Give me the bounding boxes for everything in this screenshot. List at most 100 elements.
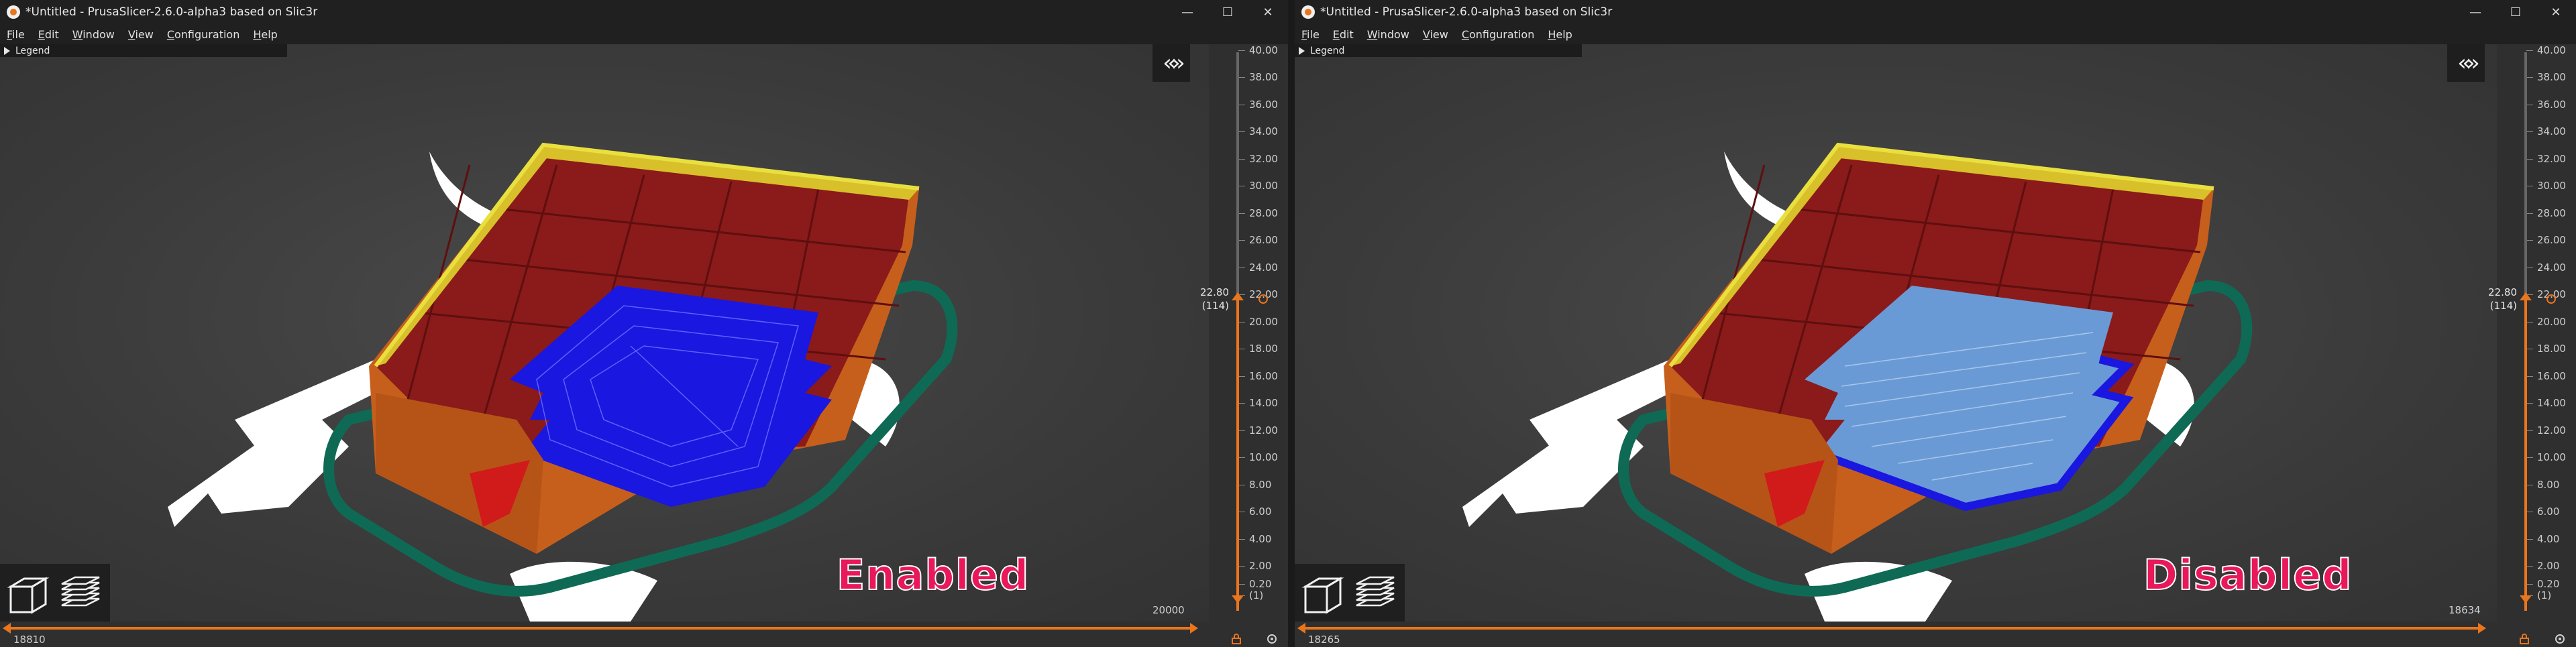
menu-configuration[interactable]: Configuration [167, 28, 240, 41]
settings-cog-icon[interactable] [1265, 632, 1279, 646]
layer-slider[interactable]: 40.00 38.00 36.00 34.00 32.00 30.00 28.0… [2488, 44, 2576, 622]
lower-layer-thumb[interactable] [1232, 595, 1244, 603]
menu-file[interactable]: File [1301, 28, 1320, 41]
layer-tick: 12.00 [2526, 424, 2576, 436]
move-slider[interactable]: 18634 18265 [1295, 604, 2576, 647]
menu-bar: File Edit Window View Configuration Help [1295, 24, 2576, 44]
3d-view-icon[interactable] [1299, 569, 1347, 617]
gcode-preview-scene [168, 142, 958, 622]
legend-toggle[interactable]: Legend [0, 44, 287, 57]
layer-tick: 38.00 [1238, 71, 1288, 83]
prusaslicer-window-left: *Untitled - PrusaSlicer-2.6.0-alpha3 bas… [0, 0, 1288, 647]
layers-view-icon[interactable] [1351, 569, 1399, 617]
layer-tick: 28.00 [2526, 207, 2576, 219]
menu-view[interactable]: View [1423, 28, 1448, 41]
layer-tick: 14.00 [1238, 397, 1288, 409]
layer-tick: 2.00 [2526, 560, 2576, 572]
menu-window[interactable]: Window [72, 28, 115, 41]
double-chevron-icon: «» [1163, 50, 1185, 76]
upper-layer-thumb[interactable] [1232, 292, 1244, 300]
gcode-preview-scene [1462, 142, 2253, 622]
layer-tick: 2.00 [1238, 560, 1288, 572]
prusaslicer-window-right: *Untitled - PrusaSlicer-2.6.0-alpha3 bas… [1295, 0, 2576, 647]
layer-tick: 34.00 [1238, 125, 1288, 137]
layer-tick: 6.00 [1238, 506, 1288, 518]
view-mode-toolbar [1295, 564, 1405, 622]
layer-tick: 26.00 [2526, 234, 2576, 246]
layer-tick: 40.00 [2526, 44, 2576, 56]
close-button[interactable]: ✕ [2536, 0, 2576, 24]
legend-toggle[interactable]: Legend [1295, 44, 1582, 57]
move-current-value: 18265 [1308, 634, 1340, 646]
menu-edit[interactable]: Edit [1333, 28, 1354, 41]
layer-tick: 12.00 [1238, 424, 1288, 436]
minimize-button[interactable]: — [2455, 0, 2496, 24]
maximize-button[interactable]: ☐ [2496, 0, 2536, 24]
window-title: *Untitled - PrusaSlicer-2.6.0-alpha3 bas… [25, 5, 318, 19]
menu-help[interactable]: Help [1548, 28, 1572, 41]
settings-cog-icon[interactable] [2553, 632, 2567, 646]
status-label: Enabled [836, 550, 1030, 600]
legend-label: Legend [1310, 45, 1345, 56]
layers-view-icon[interactable] [56, 569, 105, 617]
layer-tick: 22.00 [1238, 288, 1288, 300]
move-slider-right-thumb[interactable] [2478, 623, 2486, 634]
layer-tick: 18.00 [1238, 343, 1288, 355]
lower-layer-thumb[interactable] [2520, 595, 2532, 603]
menu-edit[interactable]: Edit [38, 28, 59, 41]
layer-tick: 26.00 [1238, 234, 1288, 246]
3d-view-icon[interactable] [4, 569, 52, 617]
current-layer-index: (114) [1201, 300, 1229, 312]
collapse-sidebar-button[interactable]: «» [1152, 44, 1190, 82]
layer-slider-track[interactable] [2524, 52, 2527, 611]
menu-file[interactable]: File [7, 28, 25, 41]
3d-preview-viewport[interactable]: Enabled Legend «» 40.00 38.00 36.00 34.0… [0, 44, 1288, 647]
layer-settings-cog-icon[interactable] [1258, 294, 1268, 304]
layer-tick: 38.00 [2526, 71, 2576, 83]
layer-tick: 40.00 [1238, 44, 1288, 56]
close-button[interactable]: ✕ [1248, 0, 1288, 24]
layer-slider-track[interactable] [1236, 52, 1239, 611]
layer-tick: 32.00 [1238, 153, 1288, 165]
layer-tick: 30.00 [2526, 180, 2576, 192]
maximize-button[interactable]: ☐ [1208, 0, 1248, 24]
expand-triangle-icon [4, 46, 10, 55]
move-slider-right-thumb[interactable] [1190, 623, 1198, 634]
layer-tick: 16.00 [1238, 370, 1288, 382]
first-layer-index: (1) [2526, 589, 2576, 601]
first-layer-index: (1) [1238, 589, 1288, 601]
move-slider-track[interactable] [1303, 627, 2483, 630]
layer-tick: 8.00 [1238, 479, 1288, 491]
layer-tick: 18.00 [2526, 343, 2576, 355]
menu-view[interactable]: View [128, 28, 154, 41]
layer-tick: 20.00 [1238, 316, 1288, 328]
expand-triangle-icon [1299, 46, 1305, 55]
title-bar: *Untitled - PrusaSlicer-2.6.0-alpha3 bas… [0, 0, 1288, 24]
title-bar: *Untitled - PrusaSlicer-2.6.0-alpha3 bas… [1295, 0, 2576, 24]
minimize-button[interactable]: — [1167, 0, 1208, 24]
layer-tick: 10.00 [1238, 451, 1288, 463]
move-slider[interactable]: 20000 18810 [0, 604, 1288, 647]
layer-tick: 34.00 [2526, 125, 2576, 137]
move-max-value: 20000 [1152, 604, 1185, 616]
collapse-sidebar-button[interactable]: «» [2447, 44, 2485, 82]
lock-icon[interactable] [1232, 634, 1241, 644]
upper-layer-thumb[interactable] [2520, 292, 2532, 300]
menu-help[interactable]: Help [253, 28, 277, 41]
layer-tick: 36.00 [1238, 99, 1288, 111]
current-layer-height: 22.80 [1200, 286, 1229, 298]
3d-preview-viewport[interactable]: Disabled Legend «» 40.00 38.00 36.00 34.… [1295, 44, 2576, 647]
lock-icon[interactable] [2520, 634, 2529, 644]
menu-window[interactable]: Window [1367, 28, 1409, 41]
layer-slider[interactable]: 40.00 38.00 36.00 34.00 32.00 30.00 28.0… [1200, 44, 1288, 622]
move-slider-track[interactable] [8, 627, 1195, 630]
current-layer-index: (114) [2489, 300, 2517, 312]
menu-configuration[interactable]: Configuration [1462, 28, 1535, 41]
layer-tick: 22.00 [2526, 288, 2576, 300]
layer-tick: 28.00 [1238, 207, 1288, 219]
layer-tick: 10.00 [2526, 451, 2576, 463]
window-title: *Untitled - PrusaSlicer-2.6.0-alpha3 bas… [1320, 5, 1613, 19]
layer-tick: 4.00 [1238, 533, 1288, 545]
layer-slider-fill [2524, 295, 2527, 611]
layer-settings-cog-icon[interactable] [2546, 294, 2556, 304]
